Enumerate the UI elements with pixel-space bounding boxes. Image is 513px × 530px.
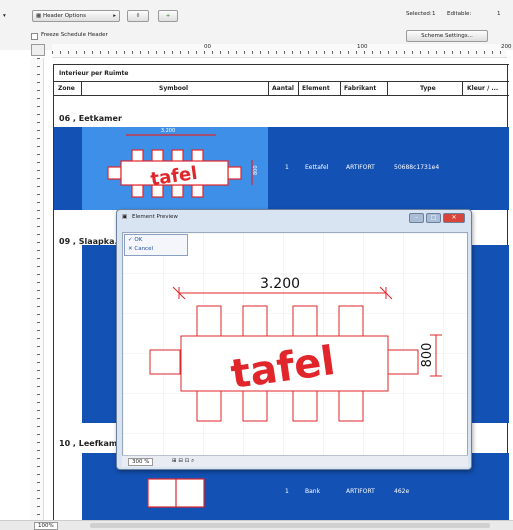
thumb-dim-width: 3.200 — [161, 128, 175, 134]
cell-aantal: 1 — [285, 164, 289, 171]
column-header-zone: Zone — [58, 85, 75, 92]
chevron-down-icon: ▸ — [113, 13, 116, 19]
collapse-arrow-icon[interactable]: ▾ — [3, 13, 6, 19]
scheme-settings-button[interactable]: Scheme Settings... — [406, 30, 488, 42]
ruler-mark: 200 — [501, 44, 512, 50]
arrange-button[interactable]: ⇳ — [127, 10, 149, 22]
zoom-field[interactable]: 100% — [34, 522, 58, 530]
menu-item-ok-label: OK — [134, 237, 143, 243]
scroll-thumb[interactable] — [90, 523, 490, 528]
add-button[interactable]: + — [158, 10, 178, 22]
cell-type: 50688c1731e4 — [394, 164, 440, 171]
ruler-mark: 00 — [204, 44, 211, 50]
column-header-element: Element — [302, 85, 330, 92]
maximize-button[interactable]: □ — [426, 213, 441, 223]
menu-item-cancel[interactable]: ✕ Cancel — [128, 246, 153, 252]
preview-titlebar[interactable]: ▣ Element Preview – □ ✕ — [119, 211, 469, 225]
toolbar: ▾ ▦ Header Options ▸ ⇳ + Freeze Schedule … — [0, 0, 513, 50]
minimize-icon: – — [415, 214, 418, 221]
thumb-dim-height: 800 — [253, 165, 259, 175]
cell-fabrikant: ARTIFORT — [346, 164, 375, 171]
bank-symbol — [147, 478, 205, 508]
table-icon: ▦ — [36, 13, 43, 19]
cell-type: 462e — [394, 488, 410, 495]
section-heading: 06 , Eetkamer — [59, 114, 122, 123]
symbol-cell-selected[interactable]: 3.200 800 tafel — [82, 127, 268, 210]
preview-zoom[interactable]: 300 % — [128, 458, 154, 466]
zoom-tools-icon[interactable]: ⊞ ⊟ ⊡ ⌕ — [172, 458, 194, 465]
header-options-button[interactable]: ▦ Header Options ▸ — [32, 10, 120, 22]
cell-fabrikant: ARTIFORT — [346, 488, 375, 495]
selected-value: 1 — [432, 11, 436, 17]
column-header-kleur: Kleur / ... — [467, 85, 499, 92]
column-header-aantal: Aantal — [272, 85, 294, 92]
preview-statusbar: 300 % ⊞ ⊟ ⊡ ⌕ — [122, 455, 468, 467]
close-icon: ✕ — [451, 214, 457, 221]
selected-label: Selected: — [406, 11, 432, 17]
column-header-fabrikant: Fabrikant — [344, 85, 377, 92]
preview-drawing: 3.200 800 tafel — [123, 233, 467, 455]
context-menu[interactable]: ✓ OK ✕ Cancel — [124, 234, 188, 256]
ruler-mark: 100 — [357, 44, 368, 50]
vertical-ruler[interactable] — [30, 58, 44, 520]
close-button[interactable]: ✕ — [443, 213, 465, 223]
editable-value: 1 — [497, 11, 501, 17]
column-header-symbool: Symbool — [159, 85, 189, 92]
cell-element: Eettafel — [305, 164, 329, 171]
cell-aantal: 1 — [285, 488, 289, 495]
preview-canvas[interactable]: 3.200 800 tafel ✓ OK ✕ Cancel — [122, 232, 468, 462]
cell-element: Bank — [305, 488, 321, 495]
horizontal-ruler[interactable]: 00 100 200 — [52, 44, 512, 58]
preview-dim-height: 800 — [420, 343, 435, 368]
preview-dim-width: 3.200 — [260, 276, 300, 292]
window-icon: ▣ — [122, 214, 128, 220]
column-header-type: Type — [420, 85, 436, 92]
schedule-title: Interieur per Ruimte — [59, 70, 129, 77]
arrange-icon: ⇳ — [135, 13, 141, 19]
menu-item-cancel-label: Cancel — [134, 246, 153, 252]
editable-label: Editable: — [447, 11, 472, 17]
maximize-icon: □ — [430, 214, 437, 221]
preview-title: Element Preview — [132, 214, 178, 220]
menu-item-ok[interactable]: ✓ OK — [128, 237, 142, 243]
element-preview-window[interactable]: ▣ Element Preview – □ ✕ 3.200 800 tafel … — [116, 209, 472, 470]
ruler-corner — [31, 44, 45, 56]
plus-icon: + — [165, 13, 171, 19]
freeze-header-label: Freeze Schedule Header — [41, 32, 108, 38]
minimize-button[interactable]: – — [409, 213, 424, 223]
table-symbol-thumbnail: 3.200 800 tafel — [107, 128, 259, 198]
horizontal-scrollbar[interactable]: 100% — [0, 520, 513, 530]
freeze-header-checkbox[interactable] — [31, 33, 38, 40]
